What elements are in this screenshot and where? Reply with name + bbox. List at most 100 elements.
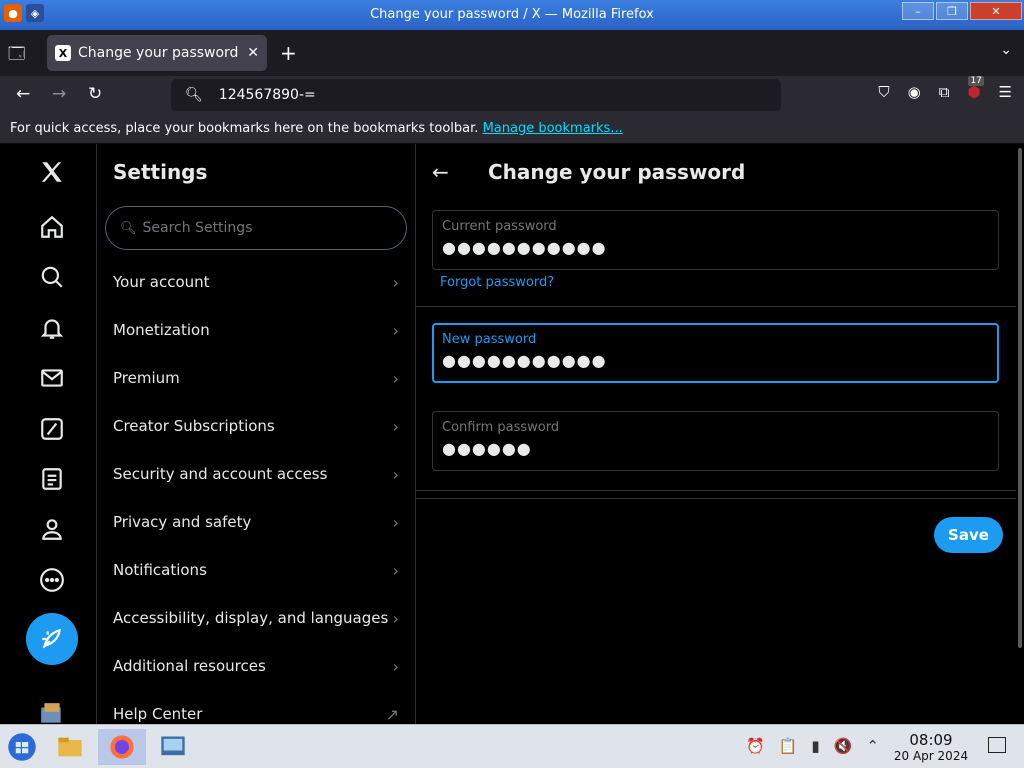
battery-icon[interactable]: ▮ xyxy=(811,737,819,755)
settings-item-privacy[interactable]: Privacy and safety › xyxy=(97,498,415,546)
chevron-right-icon: › xyxy=(392,656,399,676)
settings-item-label: Accessibility, display, and languages xyxy=(113,609,389,627)
external-link-icon: ↗ xyxy=(385,704,399,724)
tab-change-password[interactable]: X Change your password / ✕ xyxy=(47,35,267,71)
window-titlebar: ● ◈ Change your password / X — Mozilla F… xyxy=(0,0,1024,30)
manage-bookmarks-link[interactable]: Manage bookmarks... xyxy=(483,121,623,136)
ublock-icon[interactable]: ⬢ 17 xyxy=(967,76,984,101)
terminal-icon[interactable] xyxy=(155,729,191,765)
x-logo-icon[interactable] xyxy=(34,154,70,190)
lists-icon[interactable] xyxy=(34,461,70,497)
save-button[interactable]: Save xyxy=(934,517,1003,553)
close-window-button[interactable]: ✕ xyxy=(970,2,1022,20)
settings-item-label: Security and account access xyxy=(113,465,328,483)
back-arrow-icon[interactable]: ← xyxy=(432,160,449,184)
profile-icon[interactable] xyxy=(34,511,70,547)
more-icon[interactable] xyxy=(34,562,70,598)
chevron-right-icon: › xyxy=(392,608,399,628)
navigation-bar: ← → ↻ 🔍︎ 124567890-= ⛉ ◉ ⧉ ⬢ 17 ☰ xyxy=(0,76,1024,114)
search-icon: 🔍︎ xyxy=(120,220,137,236)
list-all-tabs-icon[interactable]: 🗔 xyxy=(8,43,25,70)
home-icon[interactable] xyxy=(34,209,70,245)
file-manager-icon[interactable] xyxy=(52,729,88,765)
settings-item-label: Creator Subscriptions xyxy=(113,417,275,435)
x-favicon-icon: X xyxy=(55,45,71,61)
clock[interactable]: 08:09 20 Apr 2024 xyxy=(893,731,969,763)
current-password-value: ●●●●●●●●●●● xyxy=(442,238,607,257)
maximize-button[interactable]: ❐ xyxy=(936,2,968,20)
settings-item-help-center[interactable]: Help Center ↗ xyxy=(97,690,415,724)
page-title: Change your password xyxy=(488,160,746,184)
explore-search-icon[interactable] xyxy=(34,259,70,295)
settings-item-your-account[interactable]: Your account › xyxy=(97,258,415,306)
left-navigation xyxy=(0,144,97,724)
confirm-password-label: Confirm password xyxy=(442,420,560,435)
settings-item-creator-subscriptions[interactable]: Creator Subscriptions › xyxy=(97,402,415,450)
messages-mail-icon[interactable] xyxy=(34,360,70,396)
new-password-field[interactable]: New password ●●●●●●●●●●● xyxy=(432,323,999,383)
chevron-up-icon[interactable]: ⌃ xyxy=(866,737,879,755)
clock-date: 20 Apr 2024 xyxy=(893,749,969,763)
search-settings-input[interactable]: 🔍︎ Search Settings xyxy=(105,206,407,250)
volume-muted-icon[interactable]: 🔇 xyxy=(834,737,853,755)
new-tab-icon[interactable]: + xyxy=(280,41,297,65)
back-icon[interactable]: ← xyxy=(16,84,30,104)
account-avatar-icon[interactable] xyxy=(34,696,70,724)
alarm-icon[interactable]: ⏰ xyxy=(746,737,765,755)
account-icon[interactable]: ◉ xyxy=(908,83,921,101)
grok-icon[interactable] xyxy=(34,411,70,447)
new-password-label: New password xyxy=(442,332,537,347)
page-scrollbar[interactable] xyxy=(1016,144,1024,724)
current-password-label: Current password xyxy=(442,219,557,234)
clipboard-icon[interactable]: 📋 xyxy=(779,737,798,755)
divider xyxy=(416,490,1016,491)
pocket-icon[interactable]: ⛉ xyxy=(878,83,889,101)
confirm-password-field[interactable]: Confirm password ●●●●●● xyxy=(432,411,999,471)
settings-item-label: Premium xyxy=(113,369,180,387)
extension-badge: 17 xyxy=(968,76,984,86)
close-tab-icon[interactable]: ✕ xyxy=(247,45,259,61)
settings-column: Settings 🔍︎ Search Settings Your account… xyxy=(97,144,416,724)
divider xyxy=(416,498,1016,499)
settings-item-label: Privacy and safety xyxy=(113,513,252,531)
page: Settings 🔍︎ Search Settings Your account… xyxy=(0,144,1024,724)
tab-title: Change your password / xyxy=(78,45,242,61)
settings-item-premium[interactable]: Premium › xyxy=(97,354,415,402)
chevron-right-icon: › xyxy=(392,512,399,532)
chevron-down-icon[interactable]: ⌄ xyxy=(1000,42,1012,58)
url-text: 124567890-= xyxy=(218,87,316,103)
feather-icon xyxy=(42,628,61,649)
search-icon: 🔍︎ xyxy=(185,87,203,103)
reload-icon[interactable]: ↻ xyxy=(88,84,102,104)
notifications-bell-icon[interactable] xyxy=(34,310,70,346)
menu-icon[interactable]: ☰ xyxy=(999,83,1012,101)
show-desktop-icon[interactable] xyxy=(988,737,1006,753)
settings-item-label: Monetization xyxy=(113,321,210,339)
current-password-field[interactable]: Current password ●●●●●●●●●●● xyxy=(432,210,999,270)
forward-icon[interactable]: → xyxy=(52,84,66,104)
chevron-right-icon: › xyxy=(392,464,399,484)
new-password-value: ●●●●●●●●●●● xyxy=(442,351,607,370)
minimize-button[interactable]: – xyxy=(902,2,934,20)
start-menu-icon[interactable] xyxy=(4,729,40,765)
settings-item-additional-resources[interactable]: Additional resources › xyxy=(97,642,415,690)
clock-time: 08:09 xyxy=(909,731,953,749)
scrollbar-thumb[interactable] xyxy=(1018,148,1022,648)
system-tray: ⏰ 📋 ▮ 🔇 ⌃ xyxy=(746,737,879,755)
taskbar: ⏰ 📋 ▮ 🔇 ⌃ 08:09 20 Apr 2024 xyxy=(0,724,1024,768)
settings-item-label: Help Center xyxy=(113,705,203,723)
forgot-password-link[interactable]: Forgot password? xyxy=(440,275,554,290)
settings-item-label: Additional resources xyxy=(113,657,266,675)
bookmarks-toolbar: For quick access, place your bookmarks h… xyxy=(0,114,1024,144)
settings-item-label: Your account xyxy=(113,273,210,291)
confirm-password-value: ●●●●●● xyxy=(442,439,532,458)
post-button[interactable] xyxy=(26,613,78,665)
firefox-taskbar-icon[interactable] xyxy=(98,729,146,765)
bookmarks-message: For quick access, place your bookmarks h… xyxy=(10,121,479,136)
settings-item-security[interactable]: Security and account access › xyxy=(97,450,415,498)
url-bar[interactable]: 🔍︎ 124567890-= xyxy=(171,79,781,111)
settings-item-accessibility[interactable]: Accessibility, display, and languages › xyxy=(97,594,415,642)
settings-item-monetization[interactable]: Monetization › xyxy=(97,306,415,354)
settings-item-notifications[interactable]: Notifications › xyxy=(97,546,415,594)
extensions-icon[interactable]: ⧉ xyxy=(939,83,950,101)
